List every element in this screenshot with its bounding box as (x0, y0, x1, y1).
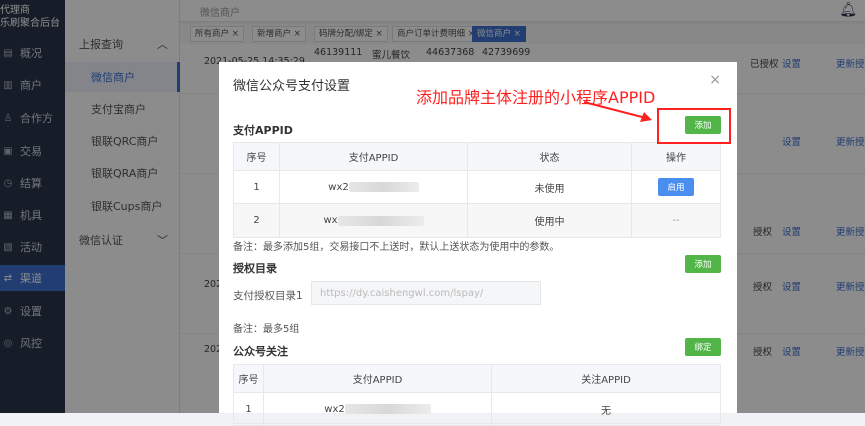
appid-cell: wx2 (280, 171, 468, 203)
table-row: 1 wx2 无 (234, 393, 720, 426)
auth-dir-label: 支付授权目录1 (233, 290, 303, 302)
table-header-cell: 关注APPID (581, 375, 631, 386)
action-cell: 启用 (632, 171, 720, 203)
table-cell: 1 (234, 393, 264, 425)
pay-appid-note: 备注：最多添加5组，交易接口不上送时，默认上送状态为使用中的参数。 (233, 242, 560, 253)
table-header-cell: 序号 (234, 365, 264, 392)
appid-text: wx2 (328, 181, 349, 193)
follow-appid-cell: 无 (601, 405, 611, 417)
table-header: 序号 支付APPID 状态 操作 (234, 143, 720, 171)
annotation-arrow-icon (583, 101, 652, 122)
table-header-cell: 序号 (234, 143, 280, 170)
appid-cell: wx2 (264, 393, 492, 425)
table-header-cell: 支付APPID (280, 143, 468, 170)
follow-section-title: 公众号关注 (233, 345, 288, 358)
close-icon[interactable]: × (709, 72, 721, 88)
auth-dir-note: 备注：最多5组 (233, 324, 300, 335)
table-row: 2 wx 使用中 -- (234, 204, 720, 237)
auth-dir-section-title: 授权目录 (233, 262, 277, 275)
status-cell: 未使用 (468, 171, 632, 203)
table-header: 序号 支付APPID 关注APPID (234, 365, 720, 393)
dialog-title: 微信公众号支付设置 (233, 79, 351, 94)
redacted-block (337, 215, 424, 226)
appid-text: wx (323, 215, 338, 226)
annotation-highlight-box (657, 108, 731, 144)
follow-table: 序号 支付APPID 关注APPID 1 wx2 无 (233, 364, 721, 426)
enable-button[interactable]: 启用 (658, 178, 694, 196)
status-cell: 使用中 (468, 204, 632, 237)
table-row: 1 wx2 未使用 启用 (234, 171, 720, 204)
table-cell: 2 (234, 204, 280, 237)
pay-appid-table: 序号 支付APPID 状态 操作 1 wx2 未使用 启用 2 wx 使用中 -… (233, 142, 721, 238)
pay-appid-section-title: 支付APPID (233, 124, 293, 137)
table-header-cell: 支付APPID (264, 365, 492, 392)
bind-button[interactable]: 绑定 (685, 338, 721, 356)
table-header-cell: 操作 (666, 153, 686, 164)
action-cell: -- (672, 215, 680, 226)
table-cell: 1 (234, 171, 280, 203)
redacted-block (348, 182, 419, 192)
add-auth-dir-button[interactable]: 添加 (685, 255, 721, 273)
appid-cell: wx (280, 204, 468, 237)
auth-dir-input[interactable]: https://dy.caishengwl.com/lspay/ (311, 281, 541, 305)
table-header-cell: 状态 (468, 143, 632, 170)
